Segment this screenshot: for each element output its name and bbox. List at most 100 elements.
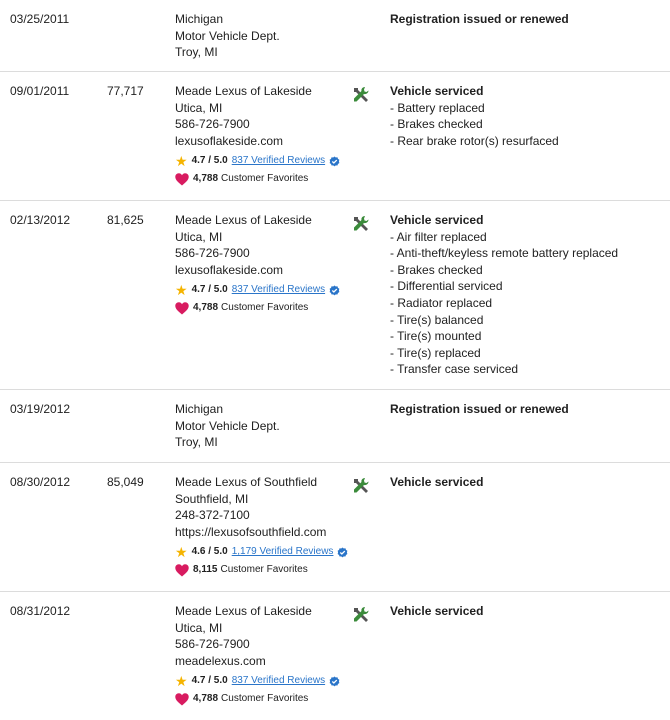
dealer-rating: ★ 4.6 / 5.0 1,179 Verified Reviews bbox=[175, 544, 348, 561]
history-row: 03/19/2012 Michigan Motor Vehicle Dept. Tro… bbox=[0, 390, 670, 463]
record-date: 09/01/2011 bbox=[10, 84, 70, 98]
service-tools-icon bbox=[354, 216, 369, 231]
service-item: Tire(s) replaced bbox=[390, 345, 665, 362]
record-comments: Vehicle serviced Air filter replacedAnti… bbox=[390, 212, 665, 378]
source-line: https://lexusofsouthfield.com bbox=[175, 524, 327, 539]
verified-badge-icon bbox=[329, 285, 340, 296]
rating-score: 4.6 / 5.0 bbox=[191, 546, 228, 558]
rating-score: 4.7 / 5.0 bbox=[191, 155, 228, 167]
verified-reviews-link[interactable]: 837 Verified Reviews bbox=[232, 153, 325, 170]
service-item: Brakes checked bbox=[390, 116, 665, 133]
source-line: Southfield, MI bbox=[175, 491, 249, 506]
source-line: 586-726-7900 bbox=[175, 117, 250, 132]
favorites-label: Customer Favorites bbox=[221, 173, 309, 185]
favorites-label: Customer Favorites bbox=[220, 564, 308, 576]
record-comments: Vehicle serviced Battery replacedBrakes … bbox=[390, 83, 665, 149]
record-title: Vehicle serviced bbox=[390, 84, 484, 98]
heart-icon bbox=[175, 564, 189, 577]
service-item: Air filter replaced bbox=[390, 229, 665, 246]
history-row: 02/13/2012 81,625 Meade Lexus of Lakeside U… bbox=[0, 201, 670, 390]
heart-icon bbox=[175, 693, 189, 706]
source-line: Michigan bbox=[175, 12, 224, 26]
service-items: Air filter replacedAnti-theft/keyless re… bbox=[390, 229, 665, 378]
service-item: Transfer case serviced bbox=[390, 361, 665, 378]
record-title: Vehicle serviced bbox=[390, 475, 484, 489]
service-item: Battery replaced bbox=[390, 100, 665, 117]
record-source: Meade Lexus of Lakeside Utica, MI 586-726-… bbox=[175, 212, 345, 316]
customer-favorites: 4,788 Customer Favorites bbox=[175, 691, 345, 707]
heart-icon bbox=[175, 173, 189, 186]
service-item: Differential serviced bbox=[390, 278, 665, 295]
service-items: Battery replacedBrakes checkedRear brake… bbox=[390, 100, 665, 150]
service-icon-cell bbox=[351, 85, 371, 105]
verified-badge-icon bbox=[329, 156, 340, 167]
service-tools-icon bbox=[354, 87, 369, 102]
vehicle-history-table: 03/25/2011 Michigan Motor Vehicle Dept. Tro… bbox=[0, 0, 670, 720]
history-row: 08/30/2012 85,049 Meade Lexus of Southfiel… bbox=[0, 463, 670, 592]
record-source: Meade Lexus of Southfield Southfield, MI 2… bbox=[175, 474, 348, 578]
dealer-rating: ★ 4.7 / 5.0 837 Verified Reviews bbox=[175, 282, 345, 298]
record-source: Meade Lexus of Lakeside Utica, MI 586-726-… bbox=[175, 83, 345, 187]
record-date: 08/30/2012 bbox=[10, 475, 71, 489]
record-title: Vehicle serviced bbox=[390, 213, 484, 227]
record-date: 03/25/2011 bbox=[10, 12, 70, 26]
dealer-rating: ★ 4.7 / 5.0 837 Verified Reviews bbox=[175, 153, 345, 169]
source-line: 248-372-7100 bbox=[175, 508, 250, 523]
favorites-count: 4,788 bbox=[193, 693, 219, 705]
favorites-label: Customer Favorites bbox=[221, 302, 309, 314]
service-item: Anti-theft/keyless remote battery replac… bbox=[390, 245, 665, 262]
source-line: meadelexus.com bbox=[175, 653, 266, 668]
service-tools-icon bbox=[354, 478, 369, 493]
source-line: lexusoflakeside.com bbox=[175, 133, 284, 148]
customer-favorites: 8,115 Customer Favorites bbox=[175, 562, 345, 578]
source-line: Motor Vehicle Dept. bbox=[175, 418, 280, 433]
service-item: Rear brake rotor(s) resurfaced bbox=[390, 133, 665, 150]
record-source: Michigan Motor Vehicle Dept. Troy, MI bbox=[175, 11, 345, 61]
source-line: Utica, MI bbox=[175, 620, 223, 635]
favorites-label: Customer Favorites bbox=[221, 693, 309, 705]
verified-reviews-link[interactable]: 837 Verified Reviews bbox=[232, 673, 325, 690]
source-line: Meade Lexus of Lakeside bbox=[175, 213, 312, 227]
source-line: Michigan bbox=[175, 402, 224, 416]
source-line: Meade Lexus of Lakeside bbox=[175, 604, 312, 618]
source-line: Motor Vehicle Dept. bbox=[175, 28, 280, 43]
verified-reviews-link[interactable]: 837 Verified Reviews bbox=[232, 282, 325, 299]
record-title: Vehicle serviced bbox=[390, 604, 484, 618]
heart-icon bbox=[175, 302, 189, 315]
source-line: Troy, MI bbox=[175, 45, 218, 60]
verified-reviews-link[interactable]: 1,179 Verified Reviews bbox=[232, 544, 334, 561]
favorites-count: 8,115 bbox=[193, 564, 218, 576]
source-line: Meade Lexus of Lakeside bbox=[175, 84, 312, 98]
source-line: Meade Lexus of Southfield bbox=[175, 475, 318, 489]
favorites-count: 4,788 bbox=[193, 302, 219, 314]
record-comments: Registration issued or renewed bbox=[390, 401, 665, 418]
rating-score: 4.7 / 5.0 bbox=[191, 675, 228, 687]
service-item: Tire(s) mounted bbox=[390, 328, 665, 345]
service-tools-icon bbox=[354, 607, 369, 622]
source-line: 586-726-7900 bbox=[175, 637, 250, 652]
star-icon: ★ bbox=[175, 673, 188, 690]
star-icon: ★ bbox=[175, 544, 188, 561]
verified-badge-icon bbox=[337, 547, 348, 558]
star-icon: ★ bbox=[175, 153, 188, 170]
record-source: Meade Lexus of Lakeside Utica, MI 586-726-… bbox=[175, 603, 345, 707]
source-line: Utica, MI bbox=[175, 229, 223, 244]
record-title: Registration issued or renewed bbox=[390, 12, 569, 26]
star-icon: ★ bbox=[175, 282, 188, 299]
record-date: 02/13/2012 bbox=[10, 213, 71, 227]
record-title: Registration issued or renewed bbox=[390, 402, 569, 416]
rating-score: 4.7 / 5.0 bbox=[191, 284, 228, 296]
source-line: lexusoflakeside.com bbox=[175, 262, 284, 277]
odometer-reading: 77,717 bbox=[107, 84, 144, 98]
record-date: 03/19/2012 bbox=[10, 402, 71, 416]
service-icon-cell bbox=[351, 476, 371, 496]
history-row: 03/25/2011 Michigan Motor Vehicle Dept. Tro… bbox=[0, 0, 670, 72]
service-item: Brakes checked bbox=[390, 262, 665, 279]
odometer-reading: 85,049 bbox=[107, 475, 144, 489]
favorites-count: 4,788 bbox=[193, 173, 219, 185]
service-icon-cell bbox=[351, 214, 371, 234]
verified-badge-icon bbox=[329, 676, 340, 687]
record-comments: Registration issued or renewed bbox=[390, 11, 665, 28]
source-line: 586-726-7900 bbox=[175, 246, 250, 261]
dealer-rating: ★ 4.7 / 5.0 837 Verified Reviews bbox=[175, 673, 345, 689]
